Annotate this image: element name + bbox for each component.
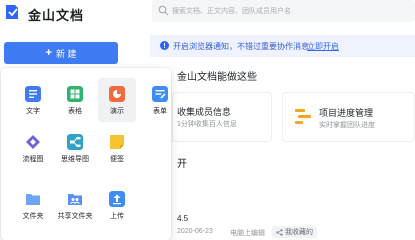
- app-title[interactable]: 金山文档: [28, 5, 84, 24]
- menu-item-doc[interactable]: 文字: [14, 78, 52, 122]
- card-title: 项目进度管理: [319, 108, 374, 118]
- doc-icon: [25, 86, 41, 102]
- new-button[interactable]: + 新 建: [4, 42, 118, 64]
- menu-item-label: 演示: [110, 108, 124, 115]
- menu-item-folder[interactable]: 文件夹: [14, 183, 52, 227]
- menu-item-sheet[interactable]: 表格: [56, 78, 94, 122]
- menu-item-shared-folder[interactable]: 共享文件夹: [56, 183, 94, 227]
- menu-item-mindmap[interactable]: 思维导图: [56, 126, 94, 170]
- feature-card-collect-info[interactable]: 收集成员信息 1分钟收集百人信息: [172, 92, 272, 142]
- notification-text: 开启浏览器通知，不错过重要协作消息: [173, 42, 309, 51]
- progress-bars-icon: [295, 109, 311, 124]
- menu-item-upload[interactable]: 上传: [98, 183, 136, 227]
- shared-folder-icon: [68, 194, 82, 205]
- menu-item-slides[interactable]: 演示: [98, 78, 136, 122]
- top-header: 金山文档: [0, 0, 415, 26]
- menu-item-label: 便签: [110, 156, 124, 163]
- favorite-tag[interactable]: 我收藏的: [272, 226, 317, 238]
- recent-file-date: 2020-06-23: [177, 228, 213, 235]
- card-title: 收集成员信息: [177, 107, 232, 117]
- search-icon: [158, 5, 169, 16]
- plus-icon: +: [45, 46, 52, 59]
- card-subtitle: 实时掌握团队进度: [319, 122, 375, 129]
- info-icon: [160, 41, 169, 50]
- menu-item-form[interactable]: 表单: [141, 78, 179, 122]
- menu-item-label: 文件夹: [22, 213, 44, 220]
- note-icon: [110, 135, 124, 149]
- new-button-label: 新 建: [55, 48, 77, 59]
- recent-section-title: 开: [177, 159, 187, 170]
- menu-item-label: 表单: [153, 108, 167, 115]
- menu-item-label: 上传: [110, 213, 124, 220]
- menu-item-label: 流程图: [22, 156, 44, 163]
- upload-icon: [109, 191, 125, 207]
- section-title: 金山文档能做这些: [177, 72, 257, 83]
- card-subtitle: 1分钟收集百人信息: [177, 121, 237, 128]
- feature-card-project-progress[interactable]: 项目进度管理 实时掌握团队进度: [282, 92, 415, 142]
- favorite-tag-label: 我收藏的: [285, 229, 313, 236]
- kdocs-logo-icon[interactable]: [5, 4, 23, 20]
- menu-item-label: 文字: [26, 108, 40, 115]
- new-document-menu: 文字 表格 演示 表单 流程图 思维导图 便签 文件夹 共享文件夹 上传: [1, 68, 171, 240]
- menu-item-label: 思维导图: [61, 156, 89, 163]
- form-icon: [152, 86, 168, 102]
- search-input[interactable]: [172, 4, 392, 18]
- recent-file-name[interactable]: 4.5: [177, 214, 188, 223]
- flowchart-icon: [26, 135, 40, 149]
- menu-item-note[interactable]: 便签: [98, 126, 136, 170]
- menu-item-label: 表格: [68, 108, 82, 115]
- menu-item-flowchart[interactable]: 流程图: [14, 126, 52, 170]
- mindmap-icon: [67, 134, 83, 150]
- menu-item-label: 共享文件夹: [57, 213, 93, 220]
- share-icon: [276, 228, 283, 236]
- folder-icon: [26, 194, 40, 205]
- recent-file-source: 电脑上编辑: [230, 230, 265, 237]
- sheet-icon: [67, 86, 83, 102]
- slides-icon: [109, 86, 125, 102]
- enable-notification-link[interactable]: 立即开启: [307, 41, 339, 52]
